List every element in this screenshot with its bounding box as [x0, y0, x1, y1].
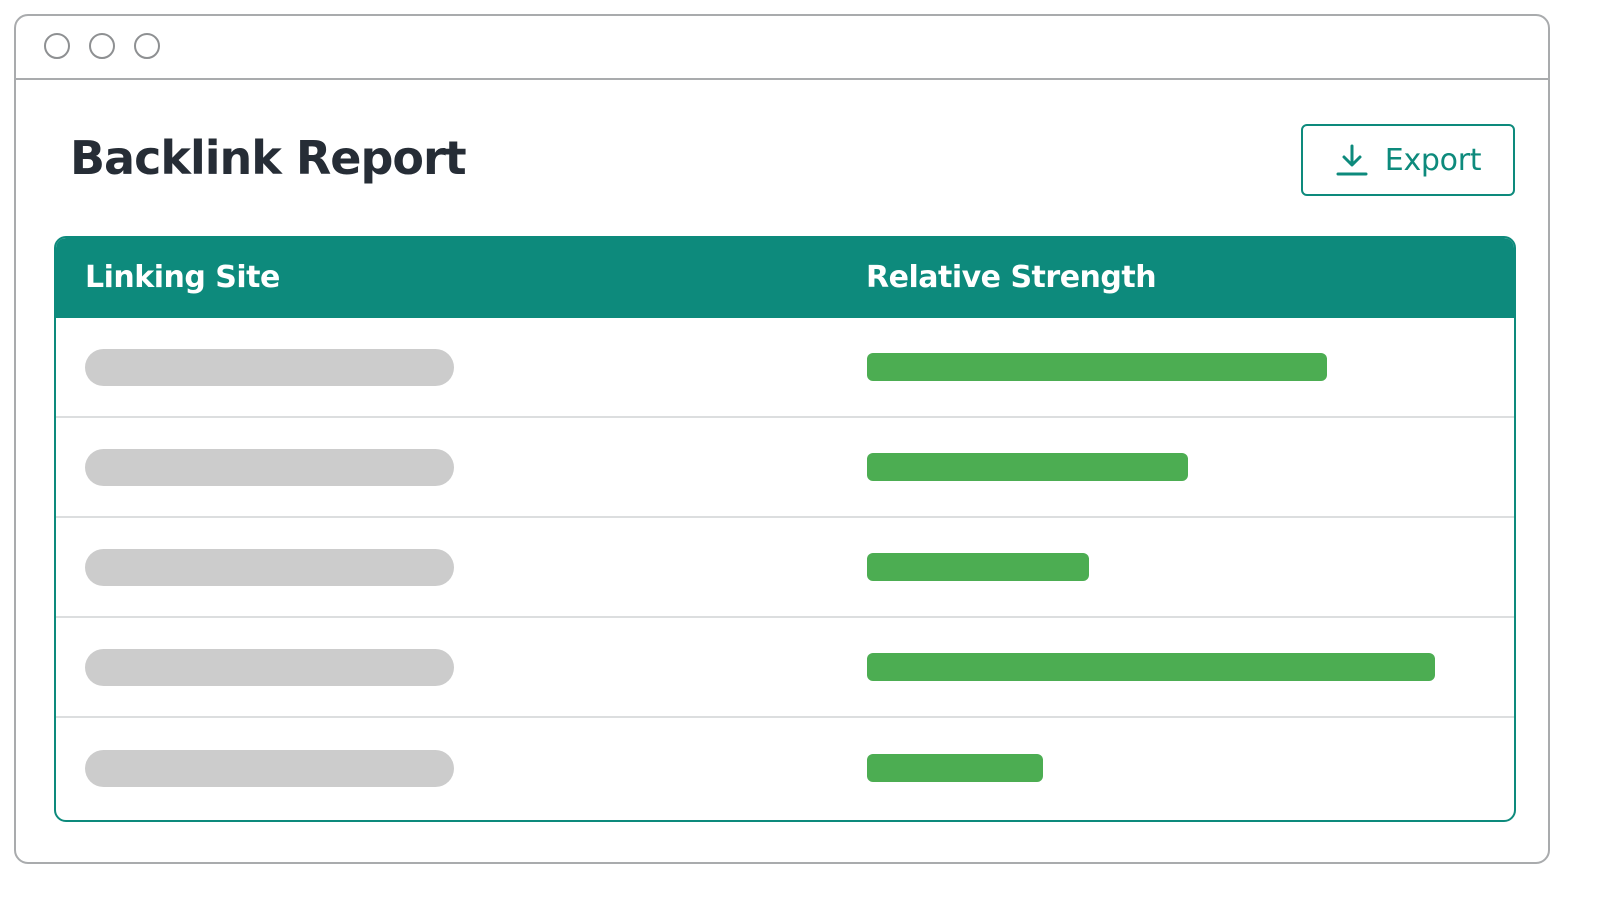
- linking-site-placeholder: [85, 750, 454, 787]
- linking-site-placeholder: [85, 649, 454, 686]
- table-row[interactable]: [56, 318, 1514, 418]
- column-header-relative-strength: Relative Strength: [866, 260, 1157, 295]
- linking-site-placeholder: [85, 549, 454, 586]
- backlink-table: Linking Site Relative Strength: [54, 236, 1516, 822]
- table-row[interactable]: [56, 718, 1514, 818]
- export-button[interactable]: Export: [1301, 124, 1515, 196]
- window-titlebar: [16, 16, 1548, 80]
- table-row[interactable]: [56, 618, 1514, 718]
- column-header-linking-site: Linking Site: [85, 260, 280, 295]
- export-button-label: Export: [1384, 142, 1482, 178]
- window-minimize-button[interactable]: [89, 33, 115, 59]
- page-title: Backlink Report: [70, 131, 467, 185]
- strength-bar: [867, 453, 1188, 481]
- linking-site-placeholder: [85, 449, 454, 486]
- window-maximize-button[interactable]: [134, 33, 160, 59]
- app-window: Backlink Report Export Linking Site Rela…: [14, 14, 1550, 864]
- table-body: [56, 318, 1514, 820]
- window-close-button[interactable]: [44, 33, 70, 59]
- strength-bar: [867, 353, 1327, 381]
- table-row[interactable]: [56, 418, 1514, 518]
- strength-bar: [867, 754, 1043, 782]
- download-icon: [1335, 143, 1369, 177]
- strength-bar: [867, 553, 1089, 581]
- table-row[interactable]: [56, 518, 1514, 618]
- strength-bar: [867, 653, 1435, 681]
- linking-site-placeholder: [85, 349, 454, 386]
- table-header: Linking Site Relative Strength: [56, 238, 1514, 318]
